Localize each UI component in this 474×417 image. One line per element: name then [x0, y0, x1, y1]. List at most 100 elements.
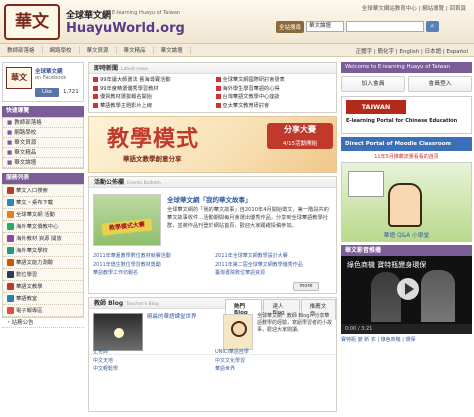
nav-item-resources[interactable]: 華文資源	[80, 46, 117, 54]
news-title: 即時新聞 Latest news	[89, 63, 336, 74]
service-item[interactable]: 華語教室	[3, 293, 83, 305]
blog-link[interactable]: 中文文化學習	[215, 357, 333, 366]
blog-title-text: 教師 Blog	[94, 300, 124, 307]
service-item[interactable]: 華語文能力測驗	[3, 257, 83, 269]
event-link[interactable]: 2011年僑生數位學習教材獎勵	[93, 261, 211, 270]
event-link[interactable]: 2011年華夏教學數位教材競賽活動	[93, 252, 211, 261]
site-logo[interactable]: 華文	[4, 4, 60, 40]
video-section-title: 華文影音推播	[341, 245, 472, 256]
services-list: 華文入口搜索 華文・桌布下載 全球華文網 活動 海外華文僑教中心 海外教材 資源…	[2, 184, 84, 318]
news-label: 海外學生學習華語的心得	[222, 85, 280, 92]
nav-item-school[interactable]: 網路學校	[43, 46, 80, 54]
event-headline[interactable]: 全球華文網「我的華文故事」	[167, 194, 252, 204]
service-label: 華語教室	[16, 295, 38, 302]
character-illustration	[388, 183, 422, 227]
nav-item-blog[interactable]: 教師部落格	[0, 46, 43, 54]
bullet-icon: ■	[7, 160, 13, 166]
service-item[interactable]: 海外教材 資源 開放	[3, 233, 83, 245]
service-item[interactable]: 海外華文學校	[3, 245, 83, 257]
video-player[interactable]: 綠色商機 寶特瓶變身環保	[341, 256, 472, 324]
blog-title-en: Teacher's Blog	[126, 302, 159, 307]
service-item[interactable]: 華語文教學	[3, 281, 83, 293]
news-item[interactable]: 台灣華語文教學中心座談	[215, 93, 333, 102]
video-links[interactable]: 寶特瓶 變 新 衣 | 綠色商機 | 環保	[341, 336, 472, 343]
service-item[interactable]: 電子報專區	[3, 305, 83, 317]
news-icon	[93, 102, 98, 108]
moodle-portal-link[interactable]: Direct Portal of Moodle Classroom	[341, 137, 472, 151]
news-title-en: Latest news	[121, 67, 148, 72]
news-item[interactable]: 99年讓大師書法 藝海尋寶活動	[93, 76, 210, 85]
join-member-button[interactable]: 加入會員	[341, 76, 405, 92]
site-header: 華文 全球華文網 E-learning Huayu of Taiwan Huay…	[0, 0, 474, 44]
promo-caption: 華語 Q&A 小學堂	[383, 233, 430, 239]
taiwan-academy-title: TAIWAN ACADEMY	[346, 100, 406, 125]
service-icon	[7, 295, 14, 302]
events-more-button[interactable]: more	[293, 282, 319, 291]
search-button[interactable]: ⌕	[426, 21, 440, 32]
search-input[interactable]	[346, 21, 425, 32]
quick-link-item[interactable]: ■ 華文論壇	[3, 158, 83, 168]
quick-link-label: 華文資源	[14, 140, 37, 146]
nav-item-products[interactable]: 華文精品	[117, 46, 154, 54]
top-links[interactable]: 全球華文網站教育中心 | 網站導覽 | 回首頁	[362, 4, 466, 12]
blog-link[interactable]: 華語世界	[215, 365, 333, 374]
service-item[interactable]: 全球華文網 活動	[3, 209, 83, 221]
service-icon	[7, 247, 14, 254]
news-item[interactable]: 優質教材選拔報名開始	[93, 93, 210, 102]
board-illustration	[348, 171, 384, 197]
service-icon	[7, 259, 14, 266]
news-item[interactable]: 亞太華文教育研討會	[215, 102, 333, 111]
events-panel: 活動公佈欄 Events Bulletin 教學模式大賽 全球華文網「我的華文故事…	[88, 176, 337, 294]
search-scope-select[interactable]: 華文論壇	[306, 21, 345, 32]
event-image[interactable]: 教學模式大賽	[93, 194, 161, 246]
events-title-en: Events Bulletin	[127, 181, 161, 186]
blog-thumbnail[interactable]	[93, 313, 143, 351]
blog-link[interactable]: 正老師	[93, 348, 211, 357]
promo-banner[interactable]: 教學模式 華語文教學創意分享 分享大賽 4/15活動開始	[88, 116, 337, 173]
quick-link-item[interactable]: ■ 華文資源	[3, 138, 83, 148]
quick-link-item[interactable]: ■ 教師部落格	[3, 118, 83, 128]
news-item[interactable]: 華語教學主題影片上線	[93, 102, 210, 111]
left-sidebar: 華文 全球華文網 on Facebook Like 1,721 快速導覽 ■ 教師…	[2, 62, 84, 328]
sun-icon	[114, 328, 124, 338]
service-icon	[7, 211, 14, 218]
moodle-note: 11年5月推薦流量看看的首頁	[374, 154, 439, 160]
nav-item-forum[interactable]: 華文論壇	[154, 46, 191, 54]
video-timebar[interactable]: 0:00 / 3:21	[341, 324, 472, 334]
service-item[interactable]: 數位學習	[3, 269, 83, 281]
qa-promo-image[interactable]: 華語 Q&A 小學堂	[341, 162, 472, 242]
facebook-like-button[interactable]: Like	[35, 88, 59, 97]
service-item[interactable]: 華文入口搜索	[3, 185, 83, 197]
blog-link-list: 正老師 UNICI華語自學 中文天地 中文文化學習 中文輕鬆學 華語世界	[93, 348, 333, 374]
service-icon	[7, 187, 14, 194]
play-icon[interactable]	[397, 278, 419, 300]
service-label: 海外華文僑教中心	[16, 223, 59, 230]
event-link[interactable]: 2011年全球華文網教學設計大賽	[215, 252, 333, 261]
taiwan-academy-banner[interactable]: TAIWAN ACADEMY E-learning Portal for Chi…	[341, 96, 472, 134]
site-notice-link[interactable]: ・站務公告	[2, 318, 84, 328]
service-item[interactable]: 華文・桌布下載	[3, 197, 83, 209]
service-item[interactable]: 海外華文僑教中心	[3, 221, 83, 233]
news-icon	[93, 77, 98, 82]
news-item[interactable]: 99年度精選優秀學習教材	[93, 85, 210, 94]
facebook-page-name[interactable]: 全球華文網	[35, 67, 63, 75]
news-item[interactable]: 全球華文網國際研討會發表	[215, 76, 333, 85]
blog-post-title[interactable]: 曉晨的華語課堂世界	[147, 312, 197, 320]
service-label: 華語文能力測驗	[16, 259, 54, 266]
quick-link-label: 網路學校	[14, 130, 37, 136]
language-switcher[interactable]: 正體字 | 簡化字 | English | 日本語 | Español	[356, 47, 468, 55]
quick-link-item[interactable]: ■ 華文精品	[3, 148, 83, 158]
blog-link[interactable]: 中文輕鬆學	[93, 365, 211, 374]
quick-link-item[interactable]: ■ 網路學校	[3, 128, 83, 138]
news-label: 全球華文網國際研討會發表	[222, 77, 285, 83]
event-link[interactable]: 臺灣書院數位華語資源	[215, 269, 333, 278]
avatar[interactable]	[223, 314, 253, 350]
blog-link[interactable]: 中文天地	[93, 357, 211, 366]
news-item[interactable]: 海外學生學習華語的心得	[215, 85, 333, 94]
news-label: 亞太華文教育研討會	[222, 102, 270, 109]
blog-link[interactable]: UNICI華語自學	[215, 348, 333, 357]
event-link[interactable]: 2011年第二屆全球華文網教學優秀作品	[215, 261, 333, 270]
member-buttons: 加入會員 會員登入	[341, 76, 472, 92]
event-link[interactable]: 華語教學工作坊報名	[93, 269, 211, 278]
login-button[interactable]: 會員登入	[408, 76, 472, 92]
